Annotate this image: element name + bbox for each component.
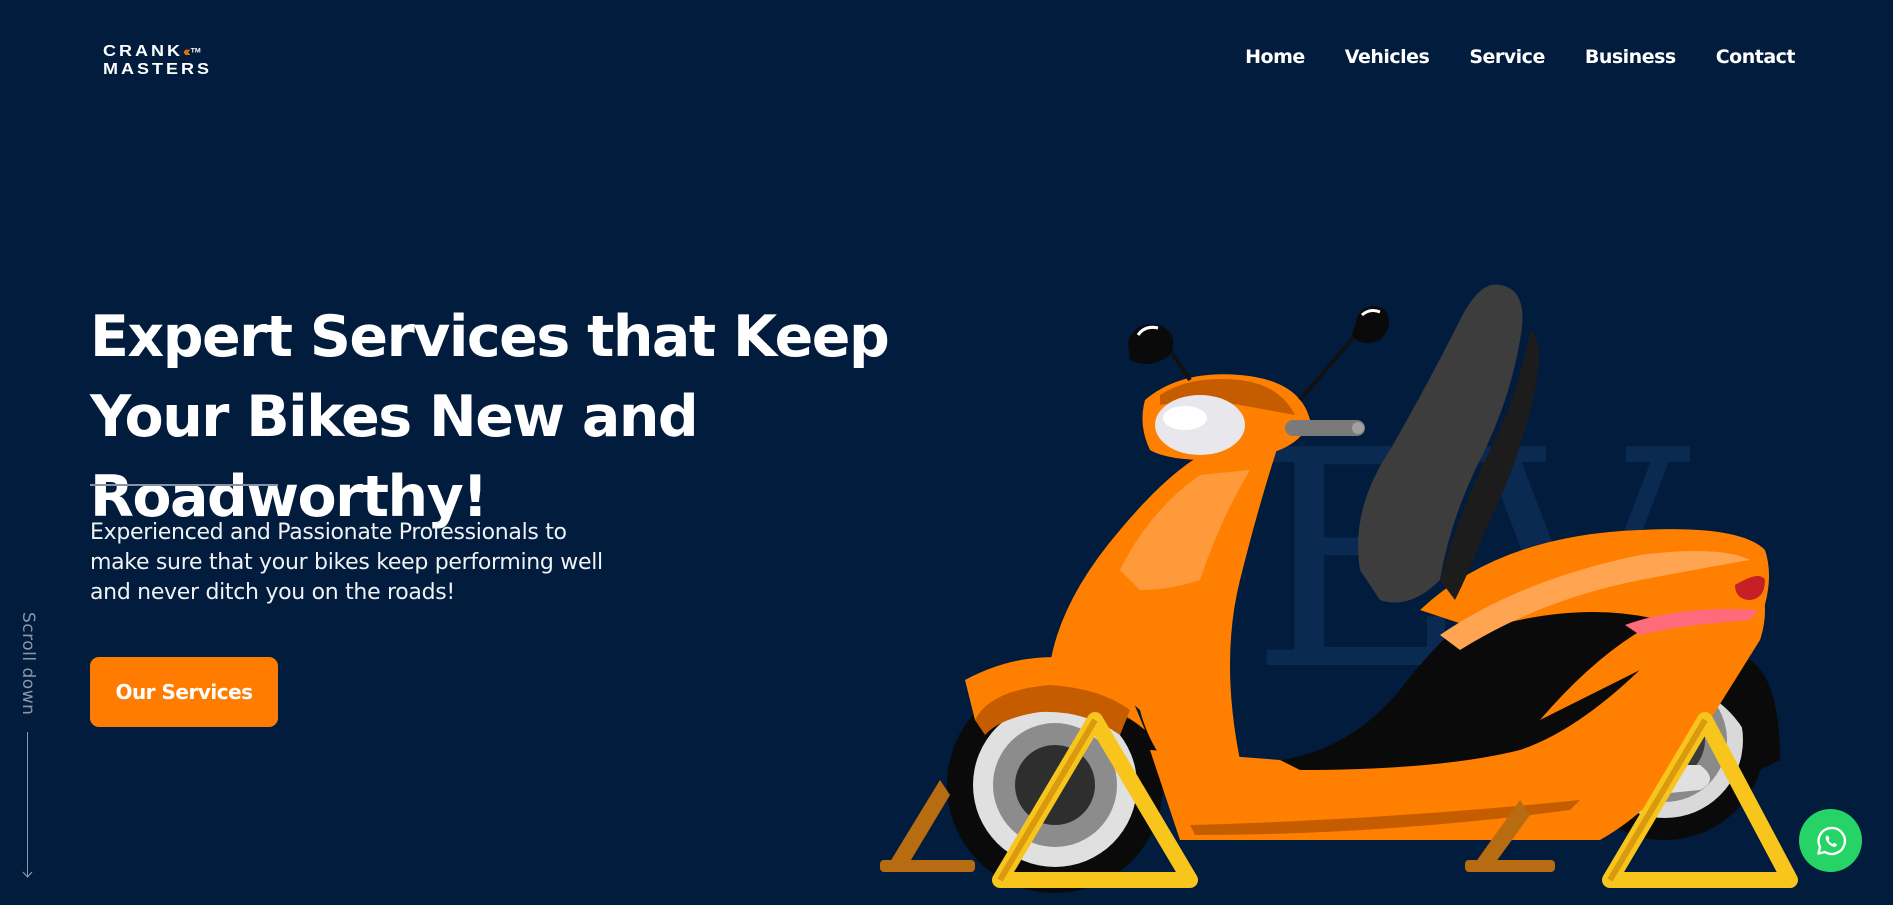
whatsapp-icon — [1816, 826, 1846, 855]
brand-logo[interactable]: CRANK‹‹ TM MASTERS — [103, 42, 283, 84]
arrow-down-icon — [22, 871, 33, 878]
scroll-down-label: Scroll down — [18, 612, 38, 716]
scroll-down-indicator[interactable]: Scroll down — [18, 612, 38, 878]
our-services-button[interactable]: Our Services — [90, 657, 278, 727]
main-nav: Home Vehicles Service Business Contact — [1245, 46, 1795, 68]
nav-home[interactable]: Home — [1245, 46, 1305, 68]
scooter-illustration: EV — [880, 284, 1798, 893]
brand-name-line2: MASTERS — [103, 60, 213, 78]
hero-title: Expert Services that Keep Your Bikes New… — [90, 304, 890, 530]
logo-chevron-icon: ‹‹ — [183, 44, 190, 60]
nav-service[interactable]: Service — [1469, 46, 1545, 68]
nav-business[interactable]: Business — [1585, 46, 1676, 68]
hero-subtitle: Experienced and Passionate Professionals… — [90, 520, 603, 605]
brand-name-line1: CRANK — [103, 42, 183, 60]
nav-contact[interactable]: Contact — [1716, 46, 1796, 68]
hero-divider — [90, 484, 278, 486]
whatsapp-button[interactable] — [1799, 809, 1862, 872]
trademark-mark: TM — [190, 48, 201, 55]
scroll-line — [27, 732, 28, 877]
nav-vehicles[interactable]: Vehicles — [1345, 46, 1430, 68]
